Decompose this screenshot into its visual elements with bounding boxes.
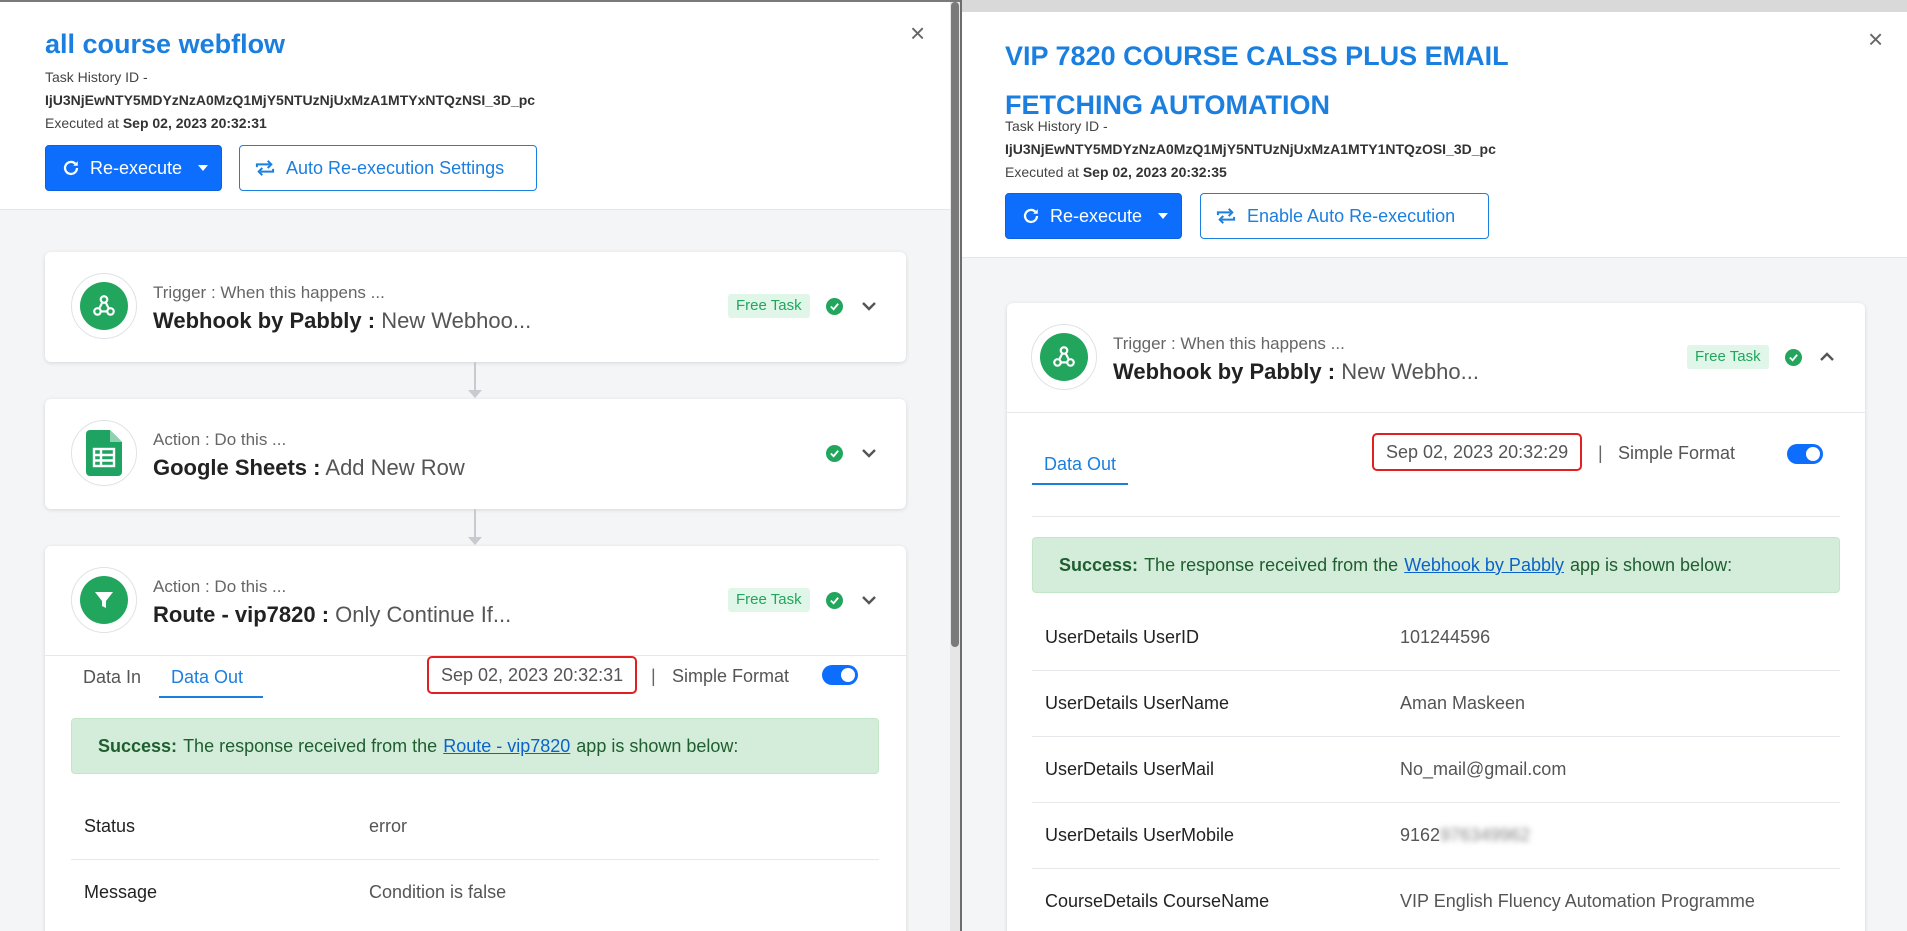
left-panel-header: all course webflow × Task History ID - I… bbox=[0, 2, 960, 210]
divider: | bbox=[651, 666, 656, 686]
table-row: CourseDetails CourseName VIP English Flue… bbox=[1032, 869, 1840, 931]
table-row: UserDetails UserID 101244596 bbox=[1032, 605, 1840, 671]
close-icon[interactable]: × bbox=[910, 20, 925, 46]
chevron-down-icon bbox=[198, 165, 209, 171]
left-scrollbar[interactable] bbox=[950, 2, 960, 931]
tab-data-out[interactable]: Data Out bbox=[1032, 453, 1129, 485]
step-app-name: Webhook by Pabbly : New Webhoo... bbox=[153, 308, 532, 333]
simple-format-label: Simple Format bbox=[672, 666, 790, 686]
refresh-icon bbox=[63, 160, 79, 176]
right-task-history-panel: VIP 7820 COURSE CALSS PLUS EMAIL FETCHIN… bbox=[962, 0, 1907, 931]
app-icon bbox=[71, 567, 137, 633]
step-card-header[interactable]: Trigger : When this happens ... Webhook … bbox=[1007, 303, 1865, 413]
table-row: UserDetails UserMail No_mail@gmail.com bbox=[1032, 737, 1840, 803]
google-sheets-icon bbox=[86, 430, 122, 476]
redacted-value: 976349962 bbox=[1440, 825, 1531, 845]
chevron-up-icon[interactable] bbox=[1819, 349, 1835, 365]
right-panel-header: VIP 7820 COURSE CALSS PLUS EMAIL FETCHIN… bbox=[962, 12, 1907, 258]
step-stage-label: Action : Do this ... bbox=[153, 430, 287, 449]
check-circle-icon bbox=[826, 298, 843, 315]
execution-timestamp: Sep 02, 2023 20:32:31 bbox=[427, 656, 638, 694]
webhook-icon bbox=[1053, 346, 1075, 367]
step-card-trigger[interactable]: Trigger : When this happens ... Webhook … bbox=[45, 252, 906, 362]
auto-reexecution-settings-button[interactable]: Auto Re-execution Settings bbox=[239, 145, 537, 191]
chevron-down-icon[interactable] bbox=[861, 592, 877, 608]
app-icon bbox=[71, 273, 137, 339]
task-history-label: Task History ID - bbox=[45, 69, 148, 85]
connector-arrow-icon bbox=[468, 537, 482, 545]
repeat-icon bbox=[255, 160, 275, 176]
simple-format-label: Simple Format bbox=[1618, 443, 1736, 463]
table-row: UserDetails UserMobile 9162976349962 bbox=[1032, 803, 1840, 869]
re-execute-button[interactable]: Re-execute bbox=[1005, 193, 1182, 239]
app-link[interactable]: Webhook by Pabbly bbox=[1404, 554, 1564, 576]
simple-format-toggle[interactable] bbox=[1787, 444, 1823, 464]
chevron-down-icon[interactable] bbox=[861, 445, 877, 461]
check-circle-icon bbox=[826, 592, 843, 609]
app-icon bbox=[71, 420, 137, 486]
table-row: Status error bbox=[71, 794, 879, 860]
step-app-name: Google Sheets : Add New Row bbox=[153, 455, 465, 480]
step-stage-label: Trigger : When this happens ... bbox=[153, 283, 385, 302]
connector-arrow-icon bbox=[468, 390, 482, 398]
tab-divider bbox=[1032, 516, 1840, 517]
repeat-icon bbox=[1216, 208, 1236, 224]
step-connector bbox=[474, 362, 476, 390]
execution-timestamp: Sep 02, 2023 20:32:29 bbox=[1372, 433, 1583, 471]
check-circle-icon bbox=[1785, 349, 1802, 366]
app-link[interactable]: Route - vip7820 bbox=[443, 735, 570, 757]
success-alert: Success: The response received from the We… bbox=[1032, 537, 1840, 593]
step-card-trigger: Trigger : When this happens ... Webhook … bbox=[1007, 303, 1865, 931]
workflow-title: all course webflow bbox=[45, 29, 286, 59]
enable-auto-reexecution-button[interactable]: Enable Auto Re-execution bbox=[1200, 193, 1489, 239]
executed-at: Executed at Sep 02, 2023 20:32:31 bbox=[45, 115, 267, 131]
table-row: Message Condition is false bbox=[84, 882, 507, 902]
filter-icon bbox=[95, 592, 113, 608]
free-task-badge: Free Task bbox=[728, 588, 810, 612]
step-stage-label: Trigger : When this happens ... bbox=[1113, 334, 1345, 353]
step-card-google-sheets[interactable]: Action : Do this ... Google Sheets : Add… bbox=[45, 399, 906, 509]
scrollbar-thumb[interactable] bbox=[951, 2, 959, 647]
tab-data-in[interactable]: Data In bbox=[83, 666, 141, 696]
re-execute-button[interactable]: Re-execute bbox=[45, 145, 222, 191]
check-circle-icon bbox=[826, 445, 843, 462]
free-task-badge: Free Task bbox=[1687, 345, 1769, 369]
chevron-down-icon bbox=[1158, 213, 1169, 219]
success-alert: Success: The response received from the Ro… bbox=[71, 718, 879, 774]
step-app-name: Webhook by Pabbly : New Webho... bbox=[1113, 359, 1479, 384]
app-icon bbox=[1031, 324, 1097, 390]
refresh-icon bbox=[1023, 208, 1039, 224]
step-card-header[interactable]: Action : Do this ... Route - vip7820 : O… bbox=[45, 546, 906, 656]
tab-data-out[interactable]: Data Out bbox=[159, 666, 264, 698]
left-task-history-panel: all course webflow × Task History ID - I… bbox=[0, 0, 960, 931]
task-history-id: IjU3NjEwNTY5MDYzNzA0MzQ1MjY5NTUzNjUxMzA1… bbox=[1005, 141, 1496, 157]
chevron-down-icon[interactable] bbox=[861, 298, 877, 314]
executed-at: Executed at Sep 02, 2023 20:32:35 bbox=[1005, 164, 1227, 180]
step-connector bbox=[474, 509, 476, 537]
free-task-badge: Free Task bbox=[728, 294, 810, 318]
step-app-name: Route - vip7820 : Only Continue If... bbox=[153, 602, 512, 627]
divider: | bbox=[1598, 443, 1603, 463]
step-card-route: Action : Do this ... Route - vip7820 : O… bbox=[45, 546, 906, 931]
webhook-icon bbox=[93, 295, 115, 316]
table-row: UserDetails UserName Aman Maskeen bbox=[1032, 671, 1840, 737]
simple-format-toggle[interactable] bbox=[822, 665, 858, 685]
step-stage-label: Action : Do this ... bbox=[153, 577, 287, 596]
close-icon[interactable]: × bbox=[1868, 26, 1883, 52]
task-history-label: Task History ID - bbox=[1005, 118, 1108, 134]
task-history-id: IjU3NjEwNTY5MDYzNzA0MzQ1MjY5NTUzNjUxMzA1… bbox=[45, 92, 536, 108]
workflow-title-line-1: VIP 7820 COURSE CALSS PLUS EMAIL bbox=[1005, 41, 1509, 71]
